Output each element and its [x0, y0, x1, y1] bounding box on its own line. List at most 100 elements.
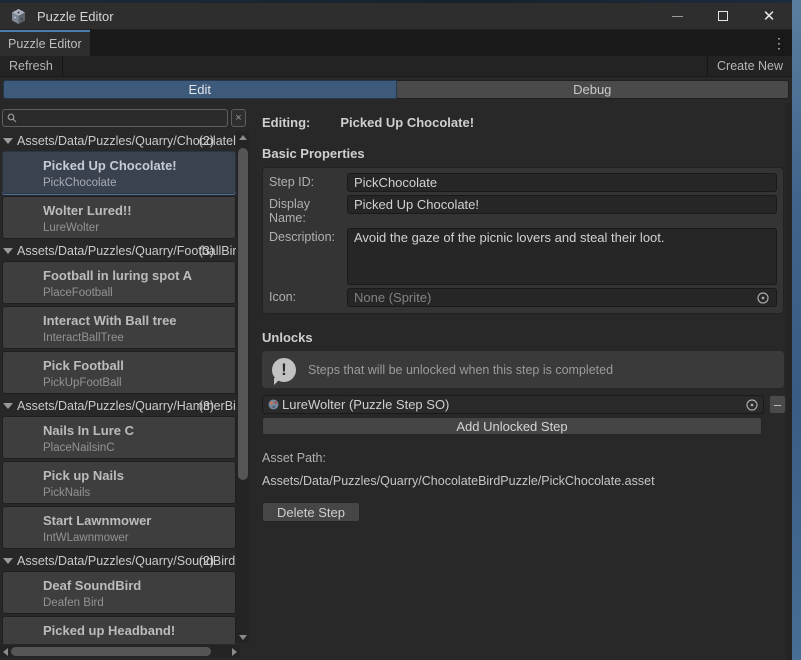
step-list-item[interactable]: Picked up Headband!	[2, 616, 236, 644]
scriptable-object-icon	[267, 398, 280, 411]
group-count-badge: (3)	[199, 244, 214, 258]
step-list-item[interactable]: Interact With Ball treeInteractBallTree	[2, 306, 236, 349]
basic-properties-box: Step ID: PickChocolate Display Name: Pic…	[262, 167, 784, 314]
step-item-id: PickNails	[43, 487, 231, 499]
description-input[interactable]: Avoid the gaze of the picnic lovers and …	[347, 228, 777, 285]
window-title: Puzzle Editor	[37, 9, 114, 24]
tab-menu-button[interactable]: ⋮	[770, 30, 788, 56]
display-name-label: Display Name:	[269, 195, 347, 225]
icon-label: Icon:	[269, 288, 347, 307]
toolbar: Refresh Create New	[0, 56, 792, 77]
step-list-item[interactable]: Pick FootballPickUpFootBall	[2, 351, 236, 394]
unlocks-help-text: Steps that will be unlocked when this st…	[308, 363, 613, 377]
step-list-item[interactable]: Wolter Lured!!LureWolter	[2, 196, 236, 239]
group-header[interactable]: Assets/Data/Puzzles/Quarry/SoundBird(2)	[0, 551, 236, 571]
step-item-title: Nails In Lure C	[43, 422, 231, 439]
tab-puzzle-editor[interactable]: Puzzle Editor	[0, 30, 90, 56]
search-input[interactable]	[2, 109, 228, 127]
minimize-icon	[672, 16, 683, 17]
clear-icon: ×	[235, 112, 241, 124]
unlocked-step-row: LureWolter (Puzzle Step SO) –	[262, 395, 786, 414]
edit-tab-label: Edit	[189, 82, 211, 97]
icon-object-field[interactable]: None (Sprite)	[347, 288, 777, 307]
exclamation-glyph: !	[281, 360, 287, 380]
group-header[interactable]: Assets/Data/Puzzles/Quarry/FootballBir(3…	[0, 241, 236, 261]
unlocks-help-box: ! Steps that will be unlocked when this …	[262, 351, 784, 388]
close-icon: ✕	[763, 9, 776, 24]
horizontal-scroll-thumb[interactable]	[11, 647, 211, 656]
group-count-badge: (3)	[199, 399, 214, 413]
unlocked-step-object-field[interactable]: LureWolter (Puzzle Step SO)	[262, 395, 764, 414]
delete-step-label: Delete Step	[277, 505, 345, 520]
refresh-label: Refresh	[9, 59, 53, 73]
step-item-id: LureWolter	[43, 222, 231, 234]
step-list-item[interactable]: Pick up Nails PickNails	[2, 461, 236, 504]
right-arrow-icon[interactable]	[232, 648, 237, 656]
foldout-open-icon	[3, 558, 13, 564]
group-count-badge: (2)	[199, 554, 214, 568]
create-new-button[interactable]: Create New	[708, 56, 792, 76]
minimize-button[interactable]	[654, 3, 700, 29]
minus-icon: –	[774, 397, 781, 412]
main-split: × Assets/Data/Puzzles/Quarry/Chocolatel(…	[0, 103, 792, 660]
step-item-title: Picked Up Chocolate!	[43, 157, 231, 174]
refresh-button[interactable]: Refresh	[0, 56, 62, 76]
step-item-title: Deaf SoundBird	[43, 577, 231, 594]
step-item-title: Pick up Nails	[43, 467, 231, 484]
add-unlocked-step-label: Add Unlocked Step	[456, 419, 567, 434]
asset-path-value: Assets/Data/Puzzles/Quarry/ChocolateBird…	[262, 474, 786, 488]
step-id-input[interactable]: PickChocolate	[347, 173, 777, 192]
list-vertical-scrollbar[interactable]	[236, 131, 249, 643]
close-button[interactable]: ✕	[746, 3, 792, 29]
step-id-row: Step ID: PickChocolate	[269, 173, 777, 192]
maximize-icon	[718, 11, 728, 21]
step-item-id: Deafen Bird	[43, 597, 231, 609]
left-arrow-icon[interactable]	[3, 648, 8, 656]
step-item-id: PlaceNailsinC	[43, 442, 231, 454]
step-item-id: PlaceFootball	[43, 287, 231, 299]
add-unlocked-step-button[interactable]: Add Unlocked Step	[262, 417, 762, 435]
maximize-button[interactable]	[700, 3, 746, 29]
debug-tab-label: Debug	[573, 82, 611, 97]
delete-step-button[interactable]: Delete Step	[262, 502, 360, 522]
step-item-title: Picked up Headband!	[43, 622, 231, 639]
display-name-input[interactable]: Picked Up Chocolate!	[347, 195, 777, 214]
editing-label: Editing:	[262, 115, 310, 130]
vertical-scroll-thumb[interactable]	[238, 148, 248, 480]
step-item-id: IntWLawnmower	[43, 532, 231, 544]
toolbar-separator	[62, 56, 63, 76]
step-list-item[interactable]: Start LawnmowerIntWLawnmower	[2, 506, 236, 549]
search-clear-button[interactable]: ×	[231, 109, 246, 127]
step-list-item[interactable]: Picked Up Chocolate! PickChocolate	[2, 151, 236, 194]
group-header[interactable]: Assets/Data/Puzzles/Quarry/Chocolatel(2)	[0, 131, 236, 151]
remove-unlocked-step-button[interactable]: –	[769, 395, 786, 414]
create-new-label: Create New	[717, 59, 783, 73]
tab-edit[interactable]: Edit	[3, 80, 397, 99]
step-item-id: InteractBallTree	[43, 332, 231, 344]
list-horizontal-scrollbar[interactable]	[0, 645, 240, 658]
basic-properties-title: Basic Properties	[262, 146, 786, 161]
foldout-open-icon	[3, 248, 13, 254]
kebab-icon: ⋮	[772, 35, 786, 52]
object-picker-icon[interactable]	[745, 398, 759, 412]
title-bar[interactable]: Puzzle Editor ✕	[0, 3, 792, 30]
mode-tab-bar: Edit Debug	[0, 77, 792, 100]
icon-row: Icon: None (Sprite)	[269, 288, 777, 307]
step-editor-panel: Editing: Picked Up Chocolate! Basic Prop…	[250, 103, 792, 660]
step-list-item[interactable]: Nails In Lure C PlaceNailsinC	[2, 416, 236, 459]
info-icon: !	[272, 358, 296, 382]
tab-debug[interactable]: Debug	[397, 80, 790, 99]
step-list-item[interactable]: Football in luring spot APlaceFootball	[2, 261, 236, 304]
group-header[interactable]: Assets/Data/Puzzles/Quarry/HammerBi(3)	[0, 396, 236, 416]
object-picker-icon[interactable]	[756, 291, 770, 305]
step-list-panel: × Assets/Data/Puzzles/Quarry/Chocolatel(…	[0, 103, 250, 660]
puzzle-list: Assets/Data/Puzzles/Quarry/Chocolatel(2)…	[0, 131, 236, 644]
scroll-down-button[interactable]	[236, 631, 249, 643]
step-item-id: PickChocolate	[43, 177, 231, 189]
editing-value: Picked Up Chocolate!	[340, 115, 474, 130]
step-list-item[interactable]: Deaf SoundBird Deafen Bird	[2, 571, 236, 614]
desktop-background-strip	[792, 0, 801, 660]
document-tab-strip: Puzzle Editor ⋮	[0, 30, 792, 56]
scroll-up-button[interactable]	[236, 131, 249, 143]
tab-label: Puzzle Editor	[8, 37, 82, 51]
